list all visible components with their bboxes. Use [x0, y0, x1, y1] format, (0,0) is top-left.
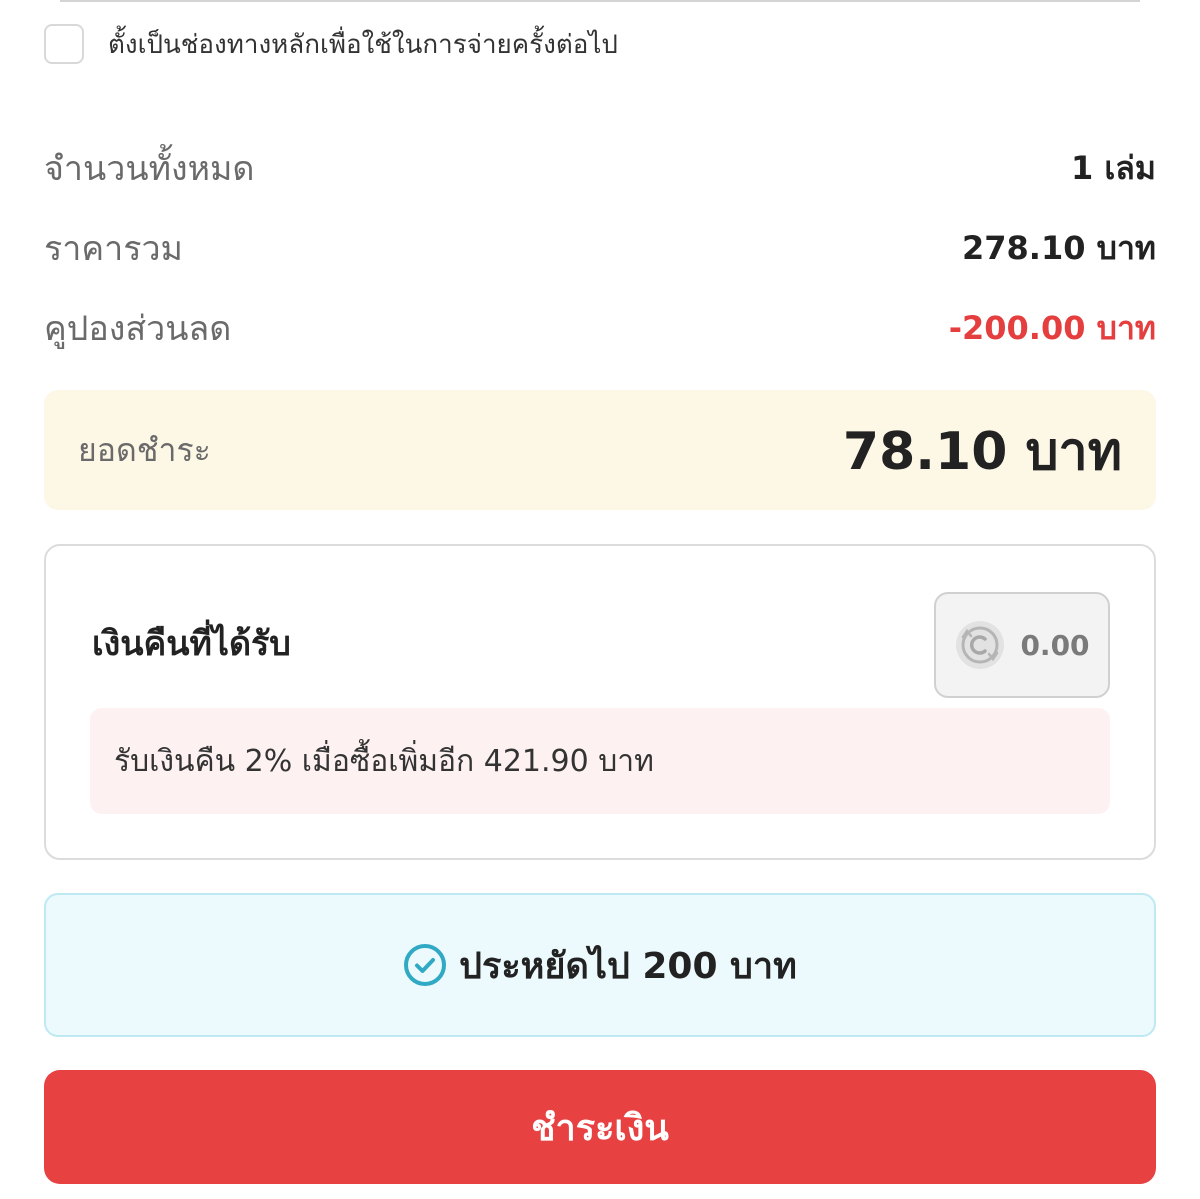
cashback-hint-text: รับเงินคืน 2% เมื่อซื้อเพิ่มอีก 421.90 บ… [114, 743, 654, 779]
set-default-payment-row[interactable]: ตั้งเป็นช่องทางหลักเพื่อใช้ในการจ่ายครั้… [44, 22, 618, 66]
coupon-label: คูปองส่วนลด [44, 309, 232, 349]
quantity-row: จำนวนทั้งหมด 1 เล่ม [44, 138, 1156, 198]
subtotal-value: 278.10 บาท [962, 228, 1156, 267]
coupon-row: คูปองส่วนลด -200.00 บาท [44, 298, 1156, 358]
total-box: ยอดชำระ 78.10 บาท [44, 390, 1156, 510]
set-default-label: ตั้งเป็นช่องทางหลักเพื่อใช้ในการจ่ายครั้… [108, 29, 618, 60]
subtotal-label: ราคารวม [44, 229, 183, 269]
quantity-label: จำนวนทั้งหมด [44, 149, 255, 189]
cashback-amount-pill: 0.00 [934, 592, 1110, 698]
coupon-value: -200.00 บาท [948, 308, 1156, 347]
set-default-checkbox[interactable] [44, 24, 84, 64]
cashback-hint-box: รับเงินคืน 2% เมื่อซื้อเพิ่มอีก 421.90 บ… [90, 708, 1110, 814]
savings-banner: ประหยัดไป 200 บาท [44, 893, 1156, 1037]
pay-button[interactable]: ชำระเงิน [44, 1070, 1156, 1184]
cashback-title: เงินคืนที่ได้รับ [92, 624, 291, 664]
quantity-value: 1 เล่ม [1070, 148, 1156, 187]
subtotal-row: ราคารวม 278.10 บาท [44, 218, 1156, 278]
total-label: ยอดชำระ [78, 430, 211, 469]
cashback-amount: 0.00 [1020, 628, 1090, 662]
coin-cashback-icon [956, 621, 1005, 669]
total-value: 78.10 บาท [842, 421, 1122, 482]
check-circle-icon [404, 944, 447, 986]
savings-text: ประหยัดไป 200 บาท [459, 945, 797, 987]
top-divider [60, 0, 1140, 2]
cashback-card: เงินคืนที่ได้รับ 0.00 รับเงินคืน 2% เมื่… [44, 544, 1156, 860]
